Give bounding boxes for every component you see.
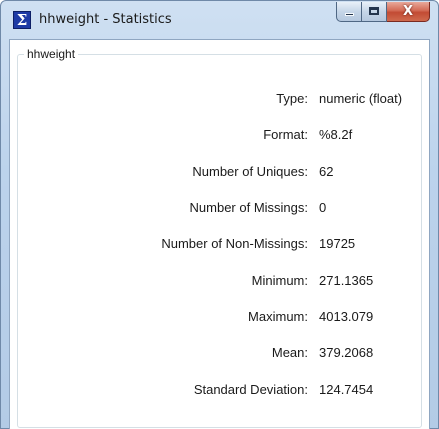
stat-label: Number of Uniques: (192, 164, 308, 179)
stat-label: Format: (263, 127, 308, 142)
groupbox-label: hhweight (24, 47, 79, 61)
window-controls: X (336, 2, 430, 22)
stat-label: Minimum: (251, 273, 308, 288)
stat-value: 124.7454 (319, 382, 374, 397)
stat-value: 19725 (319, 236, 356, 251)
stat-label: Mean: (271, 345, 308, 360)
stat-label: Number of Non-Missings: (161, 236, 308, 251)
window-title: hhweight - Statistics (39, 12, 172, 27)
sigma-icon: Σ (13, 11, 31, 29)
close-button[interactable]: X (387, 2, 430, 22)
stat-row-minimum: Minimum: 271.1365 (10, 273, 415, 291)
stat-row-type: Type: numeric (float) (10, 91, 415, 109)
statistics-window: Σ hhweight - Statistics X hhweight Type:… (0, 0, 439, 429)
title-bar[interactable]: Σ hhweight - Statistics X (1, 1, 438, 39)
stat-value: numeric (float) (319, 91, 403, 106)
stat-label: Type: (276, 91, 308, 106)
maximize-icon (369, 7, 379, 15)
stat-label: Number of Missings: (189, 200, 308, 215)
stat-row-missings: Number of Missings: 0 (10, 200, 415, 218)
stat-row-format: Format: %8.2f (10, 127, 415, 145)
close-icon: X (402, 4, 414, 19)
minimize-icon (345, 13, 354, 16)
stat-label: Standard Deviation: (193, 382, 308, 397)
stat-row-std-dev: Standard Deviation: 124.7454 (10, 382, 415, 400)
stat-value: 4013.079 (319, 309, 374, 324)
stat-value: 0 (319, 200, 327, 215)
stat-value: 62 (319, 164, 334, 179)
minimize-button[interactable] (336, 2, 362, 22)
stat-row-maximum: Maximum: 4013.079 (10, 309, 415, 327)
stat-label: Maximum: (248, 309, 308, 324)
stat-row-non-missings: Number of Non-Missings: 19725 (10, 236, 415, 254)
stat-row-uniques: Number of Uniques: 62 (10, 164, 415, 182)
client-area: hhweight Type: numeric (float) Format: %… (9, 39, 430, 429)
maximize-button[interactable] (362, 2, 387, 22)
stat-value: %8.2f (319, 127, 353, 142)
stat-value: 379.2068 (319, 345, 374, 360)
stat-value: 271.1365 (319, 273, 374, 288)
stat-row-mean: Mean: 379.2068 (10, 345, 415, 363)
